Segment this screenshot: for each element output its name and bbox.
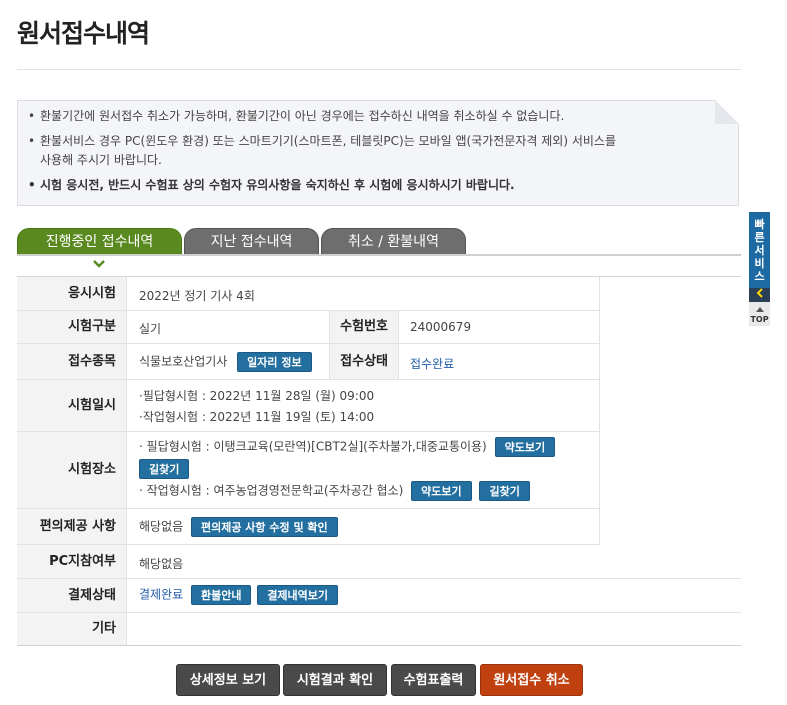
item-value: 식물보호산업기사 xyxy=(139,354,228,369)
quick-service-button[interactable]: 빠른서비스 xyxy=(749,212,770,288)
refund-guide-button[interactable]: 환불안내 xyxy=(191,585,252,605)
pay-cell: 결제완료 환불안내 결제내역보기 xyxy=(139,585,339,605)
etc-label: 기타 xyxy=(17,613,127,645)
notice-line-3: • 시험 응시전, 반드시 수험표 상의 수험자 유의사항을 숙지하신 후 시험에… xyxy=(28,178,515,192)
payment-detail-button[interactable]: 결제내역보기 xyxy=(257,585,339,605)
tab-current[interactable]: 진행중인 접수내역 xyxy=(17,228,182,255)
application-info-table: 응시시험 2022년 정기 기사 4회 시험구분 실기 수험번호 2400067… xyxy=(17,276,741,646)
type-label: 시험구분 xyxy=(17,311,127,343)
conv-edit-button[interactable]: 편의제공 사항 수정 및 확인 xyxy=(191,517,338,537)
quick-service-bar: 빠른서비스 TOP xyxy=(749,212,770,326)
row-payment: 결제상태 결제완료 환불안내 결제내역보기 xyxy=(17,579,741,613)
caret-up-icon xyxy=(755,307,764,312)
tab-underline xyxy=(17,254,741,256)
print-ticket-button[interactable]: 수험표출력 xyxy=(391,664,476,696)
row-item: 접수종목 식물보호산업기사 일자리 정보 접수상태 접수완료 xyxy=(17,344,600,380)
date-practical: ·작업형시험 : 2022년 11월 19일 (토) 14:00 xyxy=(139,410,375,424)
row-place: 시험장소 · 필답형시험 : 이탱크교육(모란역)[CBT2실](주차불가,대중… xyxy=(17,432,600,509)
pay-value: 결제완료 xyxy=(139,587,184,602)
route-button-written[interactable]: 길찾기 xyxy=(139,459,190,479)
place-written-cell: · 필답형시험 : 이탱크교육(모란역)[CBT2실](주차불가,대중교통이용)… xyxy=(139,437,556,457)
row-convenience: 편의제공 사항 해당없음 편의제공 사항 수정 및 확인 xyxy=(17,509,600,545)
chevron-down-icon xyxy=(93,257,105,271)
notice-line-2: • 환불서비스 경우 PC(윈도우 환경) 또는 스마트기기(스마트폰, 테블릿P… xyxy=(28,134,617,148)
row-etc: 기타 xyxy=(17,613,741,646)
exam-result-button[interactable]: 시험결과 확인 xyxy=(283,664,387,696)
place-written: · 필답형시험 : 이탱크교육(모란역)[CBT2실](주차불가,대중교통이용) xyxy=(139,439,487,454)
conv-value: 해당없음 xyxy=(139,519,184,534)
chevron-left-icon[interactable] xyxy=(749,288,770,302)
notice-line-1: • 환불기간에 원서접수 취소가 가능하며, 환불기간이 아닌 경우에는 접수하신… xyxy=(28,109,565,123)
title-divider xyxy=(17,69,741,70)
top-label: TOP xyxy=(750,315,769,324)
tab-cancel-refund[interactable]: 취소 / 환불내역 xyxy=(321,228,466,255)
exam-value: 2022년 정기 기사 4회 xyxy=(139,289,255,303)
tab-past[interactable]: 지난 접수내역 xyxy=(184,228,319,255)
notice-line-2b: 사용해 주시기 바랍니다. xyxy=(40,153,162,167)
scroll-top-button[interactable]: TOP xyxy=(749,302,770,326)
pc-label: PC지참여부 xyxy=(17,545,127,578)
notice-box: • 환불기간에 원서접수 취소가 가능하며, 환불기간이 아닌 경우에는 접수하신… xyxy=(17,100,739,206)
detail-info-button[interactable]: 상세정보 보기 xyxy=(176,664,280,696)
quick-service-label: 빠른서비스 xyxy=(754,218,765,283)
status-label: 접수상태 xyxy=(329,344,399,379)
pc-value: 해당없음 xyxy=(139,557,184,571)
route-button-practical[interactable]: 길찾기 xyxy=(479,481,530,501)
row-date: 시험일시 ·필답형시험 : 2022년 11월 28일 (월) 09:00 ·작… xyxy=(17,380,600,432)
route-written-cell: 길찾기 xyxy=(139,459,190,479)
row-type: 시험구분 실기 수험번호 24000679 xyxy=(17,311,600,344)
place-practical-cell: · 작업형시험 : 여주농업경영전문학교(주차공간 협소) 약도보기 길찾기 xyxy=(139,481,530,501)
place-practical: · 작업형시험 : 여주농업경영전문학교(주차공간 협소) xyxy=(139,483,404,498)
pay-label: 결제상태 xyxy=(17,579,127,612)
exam-label: 응시시험 xyxy=(17,277,127,310)
cancel-application-button[interactable]: 원서접수 취소 xyxy=(480,664,583,696)
place-label: 시험장소 xyxy=(17,432,127,508)
page-title: 원서접수내역 xyxy=(17,19,150,48)
status-value: 접수완료 xyxy=(410,357,455,371)
page-curl-icon xyxy=(715,100,739,124)
date-written: ·필답형시험 : 2022년 11월 28일 (월) 09:00 xyxy=(139,389,375,403)
number-label: 수험번호 xyxy=(329,311,399,343)
type-value: 실기 xyxy=(139,322,162,336)
map-button-written[interactable]: 약도보기 xyxy=(494,437,556,457)
map-button-practical[interactable]: 약도보기 xyxy=(411,481,472,501)
row-pc: PC지참여부 해당없음 xyxy=(17,545,741,579)
item-cell: 식물보호산업기사 일자리 정보 xyxy=(139,352,312,372)
conv-label: 편의제공 사항 xyxy=(17,509,127,544)
date-label: 시험일시 xyxy=(17,380,127,431)
job-info-button[interactable]: 일자리 정보 xyxy=(237,352,312,372)
conv-cell: 해당없음 편의제공 사항 수정 및 확인 xyxy=(139,517,338,537)
number-value: 24000679 xyxy=(410,320,472,334)
row-exam: 응시시험 2022년 정기 기사 4회 xyxy=(17,277,600,311)
item-label: 접수종목 xyxy=(17,344,127,379)
